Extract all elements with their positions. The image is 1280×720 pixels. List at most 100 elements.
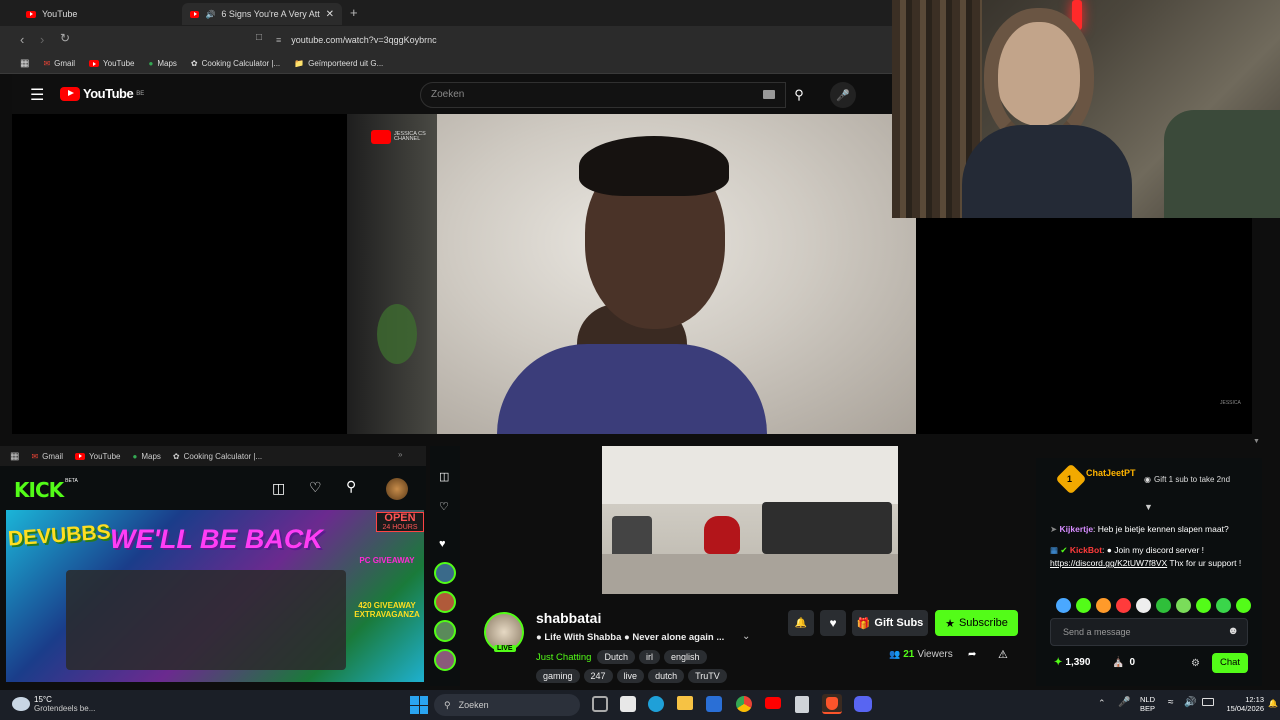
heart-icon[interactable]: ♡ xyxy=(309,479,322,496)
apps-grid-icon[interactable]: ▦ xyxy=(20,58,29,69)
tag[interactable]: live xyxy=(616,669,645,683)
bookmark-youtube[interactable]: YouTube xyxy=(75,452,120,461)
chrome-browser-icon[interactable] xyxy=(736,696,752,712)
tab-active-video[interactable]: 🔊 6 Signs You're A Very Attracti ✕ xyxy=(182,3,342,25)
chat-message-input[interactable]: Send a message ☻ xyxy=(1050,618,1248,646)
tag[interactable]: 247 xyxy=(583,669,613,683)
taskbar-search-input[interactable]: ⚲ Zoeken xyxy=(434,694,580,716)
weather-widget[interactable]: 15°C Grotendeels be... xyxy=(34,695,95,713)
close-tab-icon[interactable]: ✕ xyxy=(326,9,334,20)
channel-points[interactable]: ✦ 1,390 xyxy=(1054,657,1090,668)
bookmark-icon[interactable]: □ xyxy=(256,32,262,43)
start-button[interactable] xyxy=(410,696,428,714)
tag[interactable]: irl xyxy=(638,650,660,664)
bookmark-cooking-calculator[interactable]: ✿ Cooking Calculator |... xyxy=(191,59,280,68)
chat-username[interactable]: Kijkertje xyxy=(1060,524,1094,534)
task-view-icon[interactable] xyxy=(592,696,608,712)
language-switcher[interactable]: NLD BEP xyxy=(1140,695,1155,713)
send-chat-button[interactable]: Chat xyxy=(1212,653,1248,673)
bookmark-folder-imported[interactable]: 📁 Geïmporteerd uit G... xyxy=(294,59,383,68)
voice-search-button[interactable]: 🎤 xyxy=(830,82,856,108)
avatar[interactable] xyxy=(386,478,408,500)
discord-app-icon[interactable] xyxy=(854,696,872,712)
emote-icon[interactable] xyxy=(1236,598,1251,613)
back-icon[interactable]: ‹ xyxy=(20,32,24,47)
tag[interactable]: english xyxy=(663,650,707,664)
gift-sub-prompt[interactable]: ◉ Gift 1 sub to take 2nd xyxy=(1144,475,1230,484)
gear-icon[interactable]: ⚙ xyxy=(1191,658,1200,669)
chat-link[interactable]: https://discord.gg/K2tUW7f8VX xyxy=(1050,558,1167,568)
report-icon[interactable]: ⚠ xyxy=(998,648,1008,661)
kick-logo[interactable]: KICK BETA xyxy=(14,478,78,502)
emote-icon[interactable] xyxy=(1216,598,1231,613)
reload-icon[interactable]: ↻ xyxy=(60,31,70,45)
emote-icon[interactable] xyxy=(1096,598,1111,613)
url-bar[interactable]: ≡ youtube.com/watch?v=3qggKoybrnc xyxy=(276,30,876,50)
subscribe-button[interactable]: ★ Subscribe xyxy=(935,610,1018,636)
gift-subs-button[interactable]: 🎁 Gift Subs xyxy=(852,610,928,636)
emoji-picker-icon[interactable]: ☻ xyxy=(1227,625,1239,637)
apps-grid-icon[interactable]: ▦ xyxy=(10,451,19,462)
gift-count[interactable]: ⛪ 0 xyxy=(1112,657,1135,668)
pinned-collapse-icon[interactable]: ▼ xyxy=(1144,502,1153,512)
chevron-down-icon[interactable]: ⌄ xyxy=(742,631,750,642)
forward-icon[interactable]: › xyxy=(40,32,44,47)
new-tab-button[interactable]: + xyxy=(350,5,358,20)
emote-icon[interactable] xyxy=(1196,598,1211,613)
clock[interactable]: 12:13 15/04/2026 xyxy=(1220,695,1264,714)
more-bookmarks-icon[interactable]: » xyxy=(398,450,402,459)
emote-icon[interactable] xyxy=(1076,598,1091,613)
search-button[interactable]: ⚲ xyxy=(786,82,812,108)
kick-video-player[interactable] xyxy=(602,446,898,594)
tab-youtube[interactable]: YouTube xyxy=(18,3,178,25)
file-explorer-icon[interactable] xyxy=(677,696,693,710)
heart-icon[interactable]: ♡ xyxy=(439,500,449,513)
chat-username[interactable]: KickBot xyxy=(1070,545,1102,555)
keyboard-icon[interactable] xyxy=(763,90,775,99)
microphone-icon[interactable]: 🎤 xyxy=(1118,697,1130,708)
tag[interactable]: TruTV xyxy=(688,669,727,683)
youtube-search-input[interactable]: Zoeken xyxy=(420,82,786,108)
bookmark-gmail[interactable]: ✉ Gmail xyxy=(43,59,75,68)
tag[interactable]: gaming xyxy=(536,669,580,683)
following-icon[interactable]: ◫ xyxy=(439,470,449,483)
bookmark-youtube[interactable]: YouTube xyxy=(89,59,134,68)
volume-icon[interactable]: 🔊 xyxy=(1184,697,1196,708)
heart-filled-icon[interactable]: ♥ xyxy=(439,538,446,550)
weather-cloud-icon[interactable] xyxy=(12,697,30,711)
follow-button[interactable]: ♥ xyxy=(820,610,846,636)
wifi-icon[interactable]: ≈ xyxy=(1168,697,1174,708)
sidebar-channel-avatar[interactable] xyxy=(434,649,456,671)
battery-icon[interactable] xyxy=(1202,698,1214,706)
notification-bell-button[interactable]: 🔔 xyxy=(788,610,814,636)
bookmark-gmail[interactable]: ✉ Gmail xyxy=(31,452,63,461)
share-icon[interactable]: ➦ xyxy=(968,649,976,660)
streamer-name[interactable]: shabbatai xyxy=(536,610,601,626)
site-info-icon[interactable]: ≡ xyxy=(276,35,281,45)
sidebar-channel-avatar[interactable] xyxy=(434,562,456,584)
edge-browser-icon[interactable] xyxy=(648,696,664,712)
category-link[interactable]: Just Chatting xyxy=(536,652,591,663)
menu-icon[interactable]: ☰ xyxy=(30,85,44,105)
tag[interactable]: Dutch xyxy=(597,650,635,664)
search-icon[interactable]: ⚲ xyxy=(346,478,356,495)
emote-icon[interactable] xyxy=(1116,598,1131,613)
bookmark-maps[interactable]: ● Maps xyxy=(148,59,176,68)
emote-icon[interactable] xyxy=(1176,598,1191,613)
sidebar-channel-avatar[interactable] xyxy=(434,591,456,613)
store-app-icon[interactable] xyxy=(620,696,636,712)
youtube-logo[interactable]: YouTube BE xyxy=(60,86,144,101)
youtube-app-icon[interactable] xyxy=(765,697,781,709)
following-icon[interactable]: ◫ xyxy=(272,480,285,497)
calculator-app-icon[interactable] xyxy=(795,696,809,713)
notifications-icon[interactable]: 🔔 xyxy=(1268,699,1278,708)
mail-app-icon[interactable] xyxy=(706,696,722,712)
emote-icon[interactable] xyxy=(1056,598,1071,613)
bookmark-cooking-calculator[interactable]: ✿ Cooking Calculator |... xyxy=(173,452,262,461)
chevron-up-icon[interactable]: ⌃ xyxy=(1098,698,1106,709)
sidebar-channel-avatar[interactable] xyxy=(434,620,456,642)
scroll-down-icon[interactable]: ▼ xyxy=(1253,438,1260,445)
kick-offline-banner[interactable]: DEVUBBS WE'LL BE BACK OPEN 24 HOURS PC G… xyxy=(6,510,424,682)
brave-browser-icon[interactable] xyxy=(822,694,842,714)
emote-icon[interactable] xyxy=(1136,598,1151,613)
